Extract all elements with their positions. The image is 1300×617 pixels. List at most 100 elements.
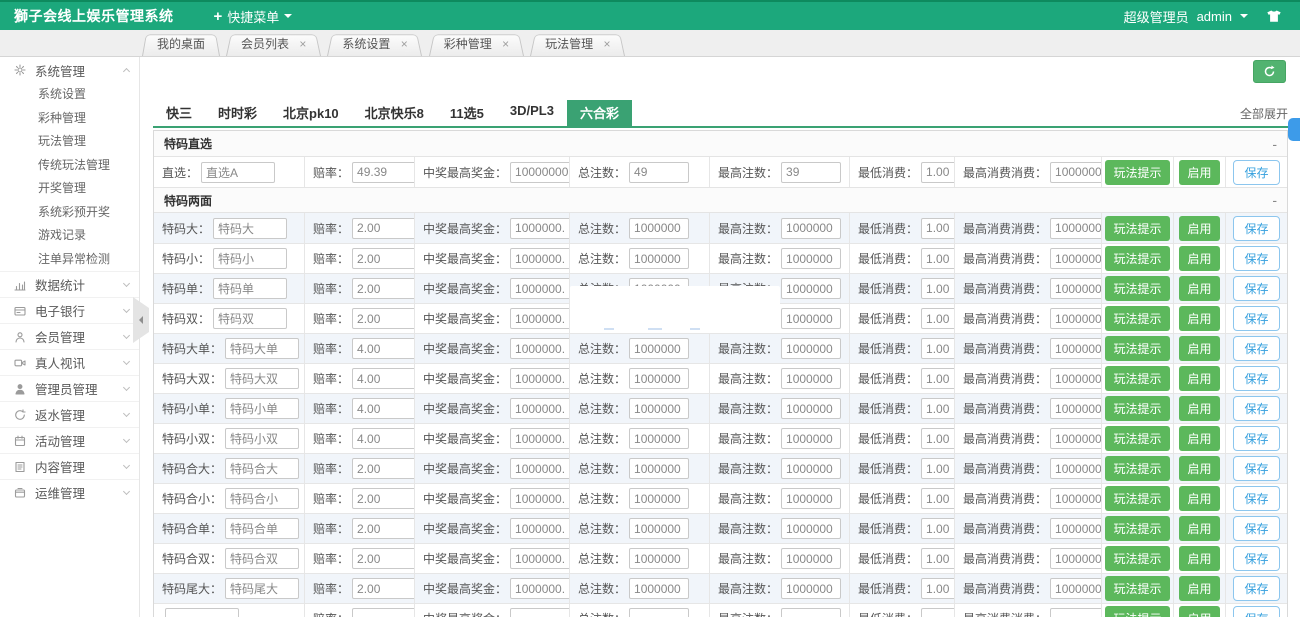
odds-input[interactable] — [352, 608, 414, 617]
max-bets-input[interactable] — [781, 488, 841, 509]
play-tip-button[interactable]: 玩法提示 — [1105, 306, 1169, 331]
max-bets-input[interactable] — [781, 428, 841, 449]
save-button[interactable]: 保存 — [1233, 396, 1279, 421]
max-prize-input[interactable] — [510, 608, 569, 617]
save-button[interactable]: 保存 — [1233, 546, 1279, 571]
total-bets-input[interactable] — [629, 338, 689, 359]
play-tip-button[interactable]: 玩法提示 — [1105, 546, 1169, 571]
play-name-input[interactable] — [165, 608, 239, 617]
max-spend-input[interactable] — [1050, 338, 1101, 359]
play-tip-button[interactable]: 玩法提示 — [1105, 160, 1169, 185]
max-prize-input[interactable] — [510, 162, 569, 183]
enable-button[interactable]: 启用 — [1179, 426, 1219, 451]
total-bets-input[interactable] — [629, 368, 689, 389]
play-name-input[interactable] — [225, 458, 299, 479]
min-spend-input[interactable] — [921, 248, 954, 269]
save-button[interactable]: 保存 — [1233, 276, 1279, 301]
odds-input[interactable] — [352, 548, 414, 569]
max-spend-input[interactable] — [1050, 518, 1101, 539]
min-spend-input[interactable] — [921, 608, 954, 617]
max-prize-input[interactable] — [510, 428, 569, 449]
min-spend-input[interactable] — [921, 458, 954, 479]
odds-input[interactable] — [352, 428, 414, 449]
total-bets-input[interactable] — [629, 608, 689, 617]
play-name-input[interactable] — [225, 428, 299, 449]
enable-button[interactable]: 启用 — [1179, 276, 1219, 301]
total-bets-input[interactable] — [629, 578, 689, 599]
play-tip-button[interactable]: 玩法提示 — [1105, 426, 1169, 451]
save-button[interactable]: 保存 — [1233, 456, 1279, 481]
odds-input[interactable] — [352, 518, 414, 539]
save-button[interactable]: 保存 — [1233, 576, 1279, 601]
enable-button[interactable]: 启用 — [1179, 546, 1219, 571]
window-tab[interactable]: 彩种管理 × — [429, 32, 524, 56]
enable-button[interactable]: 启用 — [1179, 456, 1219, 481]
odds-input[interactable] — [352, 248, 414, 269]
max-bets-input[interactable] — [781, 218, 841, 239]
collapse-icon[interactable]: - — [1272, 195, 1277, 205]
min-spend-input[interactable] — [921, 398, 954, 419]
max-bets-input[interactable] — [781, 548, 841, 569]
enable-button[interactable]: 启用 — [1179, 366, 1219, 391]
play-tip-button[interactable]: 玩法提示 — [1105, 516, 1169, 541]
max-spend-input[interactable] — [1050, 248, 1101, 269]
close-icon[interactable]: × — [299, 37, 306, 51]
play-name-input[interactable] — [225, 398, 299, 419]
play-name-input[interactable] — [225, 578, 299, 599]
total-bets-input[interactable] — [629, 518, 689, 539]
sidebar-item[interactable]: 运维管理 — [0, 479, 139, 505]
save-button[interactable]: 保存 — [1233, 426, 1279, 451]
collapse-icon[interactable]: - — [1272, 139, 1277, 149]
min-spend-input[interactable] — [921, 548, 954, 569]
odds-input[interactable] — [352, 458, 414, 479]
enable-button[interactable]: 启用 — [1179, 216, 1219, 241]
save-button[interactable]: 保存 — [1233, 336, 1279, 361]
enable-button[interactable]: 启用 — [1179, 576, 1219, 601]
sidebar-subitem[interactable]: 彩种管理 — [0, 107, 139, 131]
sidebar-subitem[interactable]: 系统设置 — [0, 83, 139, 107]
play-tip-button[interactable]: 玩法提示 — [1105, 336, 1169, 361]
save-button[interactable]: 保存 — [1233, 606, 1279, 617]
max-spend-input[interactable] — [1050, 398, 1101, 419]
play-name-input[interactable] — [213, 278, 287, 299]
max-prize-input[interactable] — [510, 338, 569, 359]
play-tip-button[interactable]: 玩法提示 — [1105, 366, 1169, 391]
max-spend-input[interactable] — [1050, 162, 1101, 183]
sidebar-item[interactable]: 活动管理 — [0, 427, 139, 453]
max-bets-input[interactable] — [781, 518, 841, 539]
close-icon[interactable]: × — [502, 37, 509, 51]
sidebar-item[interactable]: 数据统计 — [0, 271, 139, 297]
window-tab[interactable]: 玩法管理 × — [530, 32, 625, 56]
max-spend-input[interactable] — [1050, 608, 1101, 617]
play-name-input[interactable] — [225, 548, 299, 569]
quick-menu-button[interactable]: + 快捷菜单 — [214, 7, 293, 26]
window-tab[interactable]: 我的桌面 — [142, 32, 220, 56]
max-bets-input[interactable] — [781, 458, 841, 479]
odds-input[interactable] — [352, 218, 414, 239]
user-menu[interactable]: admin — [1197, 9, 1232, 24]
sidebar-subitem[interactable]: 注单异常检测 — [0, 248, 139, 272]
play-tip-button[interactable]: 玩法提示 — [1105, 606, 1169, 617]
max-bets-input[interactable] — [781, 398, 841, 419]
sidebar-subitem[interactable]: 开奖管理 — [0, 177, 139, 201]
min-spend-input[interactable] — [921, 218, 954, 239]
sidebar-item[interactable]: 真人视讯 — [0, 349, 139, 375]
odds-input[interactable] — [352, 488, 414, 509]
sidebar-item[interactable]: 管理员管理 — [0, 375, 139, 401]
min-spend-input[interactable] — [921, 428, 954, 449]
play-tip-button[interactable]: 玩法提示 — [1105, 276, 1169, 301]
save-button[interactable]: 保存 — [1233, 306, 1279, 331]
max-spend-input[interactable] — [1050, 218, 1101, 239]
play-name-input[interactable] — [201, 162, 275, 183]
min-spend-input[interactable] — [921, 162, 954, 183]
max-prize-input[interactable] — [510, 488, 569, 509]
min-spend-input[interactable] — [921, 488, 954, 509]
play-tip-button[interactable]: 玩法提示 — [1105, 396, 1169, 421]
max-spend-input[interactable] — [1050, 368, 1101, 389]
play-name-input[interactable] — [225, 338, 299, 359]
sidebar-item[interactable]: 会员管理 — [0, 323, 139, 349]
refresh-button[interactable] — [1253, 60, 1286, 83]
max-bets-input[interactable] — [781, 248, 841, 269]
play-tip-button[interactable]: 玩法提示 — [1105, 486, 1169, 511]
max-prize-input[interactable] — [510, 578, 569, 599]
